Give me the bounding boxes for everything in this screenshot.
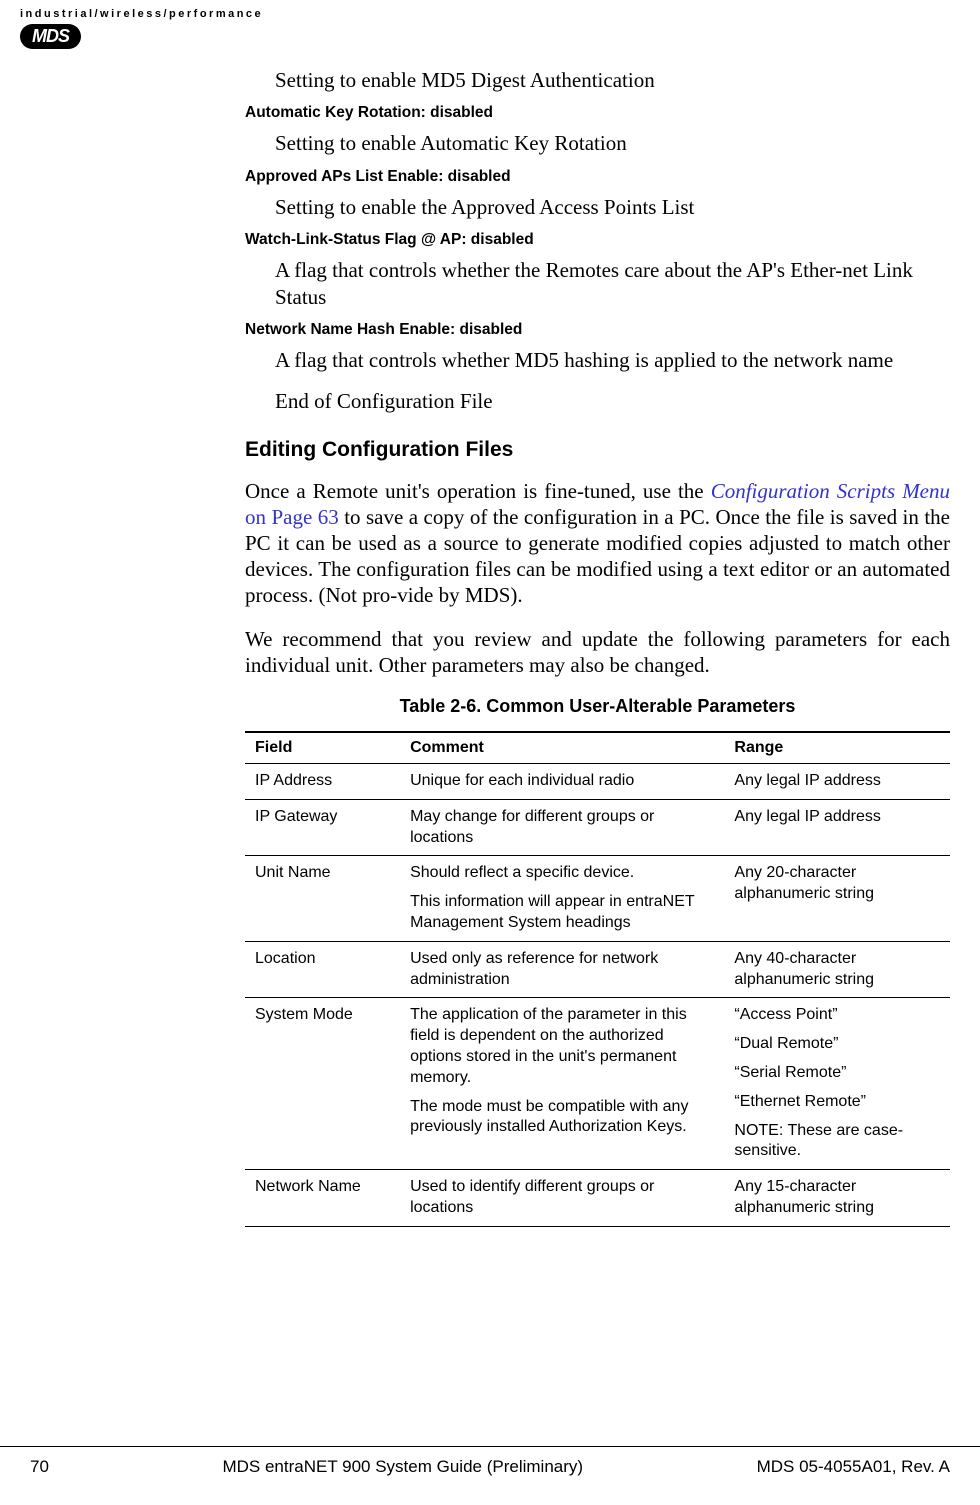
para-editing-2: We recommend that you review and update …: [245, 626, 950, 678]
cell-comment: The application of the parameter in this…: [400, 998, 724, 1170]
page-footer: 70 MDS entraNET 900 System Guide (Prelim…: [0, 1446, 980, 1477]
para1-pre: Once a Remote unit's operation is fine-t…: [245, 479, 711, 503]
para1-post: to save a copy of the configuration in a…: [245, 505, 950, 607]
table-row: LocationUsed only as reference for netwo…: [245, 941, 950, 998]
cell-range: Any legal IP address: [724, 799, 950, 856]
section-heading-editing: Editing Configuration Files: [245, 438, 950, 462]
end-of-file: End of Configuration File: [275, 389, 950, 414]
table-row: System ModeThe application of the parame…: [245, 998, 950, 1170]
page-header: industrial/wireless/performance MDS: [0, 0, 980, 49]
config-label-2: Watch-Link-Status Flag @ AP: disabled: [245, 231, 950, 249]
page-content: Setting to enable MD5 Digest Authenticat…: [0, 67, 980, 1227]
cell-comment: Unique for each individual radio: [400, 764, 724, 800]
table-caption: Table 2-6. Common User-Alterable Paramet…: [245, 696, 950, 717]
cell-range: Any 15-character alphanumeric string: [724, 1170, 950, 1227]
footer-page-number: 70: [30, 1457, 49, 1477]
config-label-0: Automatic Key Rotation: disabled: [245, 104, 950, 122]
th-comment: Comment: [400, 732, 724, 764]
config-desc-2: Setting to enable the Approved Access Po…: [275, 194, 950, 221]
footer-docnum: MDS 05-4055A01, Rev. A: [757, 1457, 950, 1477]
table-row: Network NameUsed to identify different g…: [245, 1170, 950, 1227]
cell-comment: Used to identify different groups or loc…: [400, 1170, 724, 1227]
config-desc-1: Setting to enable Automatic Key Rotation: [275, 130, 950, 157]
cell-comment: Used only as reference for network admin…: [400, 941, 724, 998]
config-desc-3: A flag that controls whether the Remotes…: [275, 257, 950, 312]
config-scripts-link-page[interactable]: on Page 63: [245, 505, 339, 529]
cell-range: “Access Point”“Dual Remote”“Serial Remot…: [724, 998, 950, 1170]
cell-field: Location: [245, 941, 400, 998]
cell-field: Unit Name: [245, 856, 400, 941]
cell-range: Any legal IP address: [724, 764, 950, 800]
config-label-3: Network Name Hash Enable: disabled: [245, 321, 950, 339]
parameters-table: Field Comment Range IP AddressUnique for…: [245, 731, 950, 1227]
table-row: IP GatewayMay change for different group…: [245, 799, 950, 856]
th-field: Field: [245, 732, 400, 764]
cell-field: System Mode: [245, 998, 400, 1170]
cell-range: Any 40-character alphanumeric string: [724, 941, 950, 998]
cell-field: Network Name: [245, 1170, 400, 1227]
table-header-row: Field Comment Range: [245, 732, 950, 764]
config-desc-0: Setting to enable MD5 Digest Authenticat…: [275, 67, 950, 94]
th-range: Range: [724, 732, 950, 764]
header-tagline: industrial/wireless/performance: [20, 8, 980, 20]
config-scripts-link[interactable]: Configuration Scripts Menu: [711, 479, 950, 503]
cell-comment: Should reflect a specific device.This in…: [400, 856, 724, 941]
para-editing-1: Once a Remote unit's operation is fine-t…: [245, 478, 950, 608]
cell-comment: May change for different groups or locat…: [400, 799, 724, 856]
mds-logo: MDS: [20, 24, 81, 49]
cell-range: Any 20-character alphanumeric string: [724, 856, 950, 941]
cell-field: IP Gateway: [245, 799, 400, 856]
config-desc-4: A flag that controls whether MD5 hashing…: [275, 347, 950, 374]
table-row: Unit NameShould reflect a specific devic…: [245, 856, 950, 941]
config-label-1: Approved APs List Enable: disabled: [245, 168, 950, 186]
footer-title: MDS entraNET 900 System Guide (Prelimina…: [222, 1457, 583, 1477]
cell-field: IP Address: [245, 764, 400, 800]
table-row: IP AddressUnique for each individual rad…: [245, 764, 950, 800]
